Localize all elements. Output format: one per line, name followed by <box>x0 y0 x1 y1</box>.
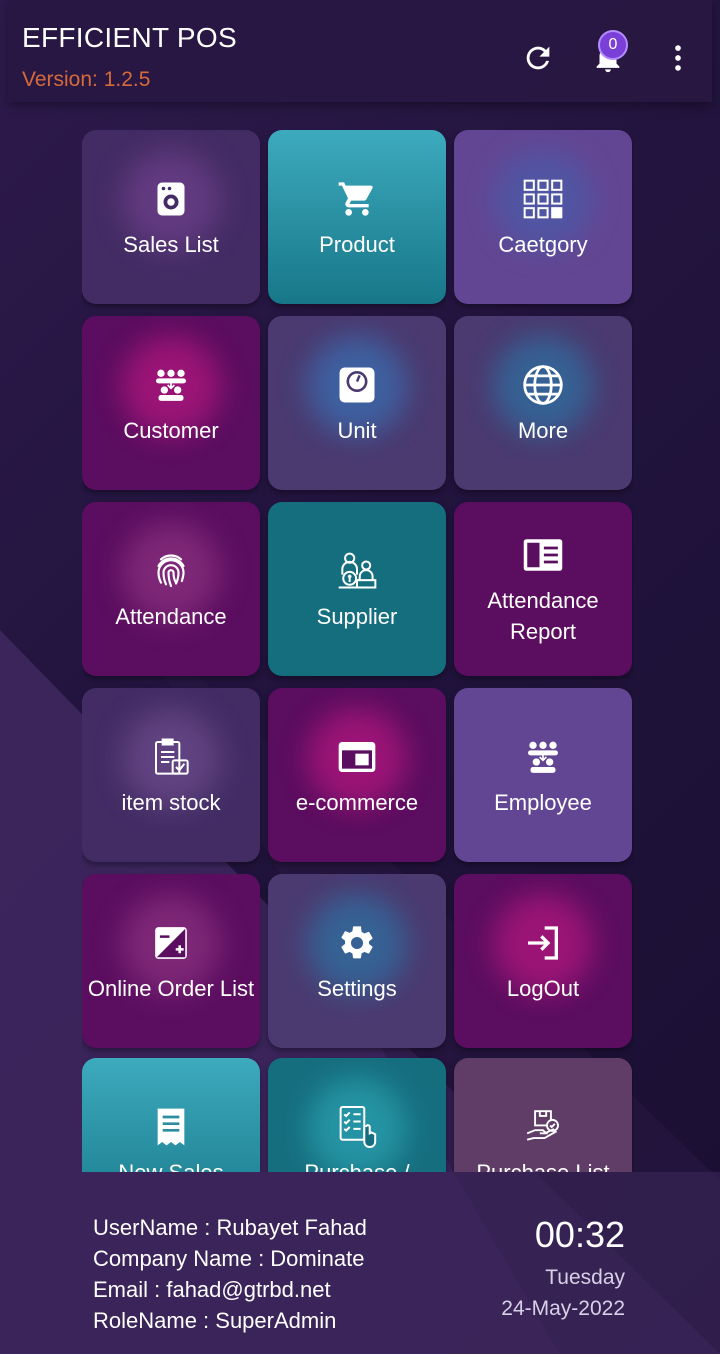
tile-label: Settings <box>317 975 397 1001</box>
tile-label: Online Order List <box>87 975 255 1001</box>
gear-icon <box>333 919 381 967</box>
tile-label: Attendance Report <box>487 588 599 644</box>
bill-icon <box>147 1103 195 1151</box>
tile-label: Unit <box>337 417 377 443</box>
app-title: EFFICIENT POS <box>22 22 237 53</box>
username-text: UserName : Rubayet Fahad <box>93 1215 367 1240</box>
tile-label: Caetgory <box>498 231 588 257</box>
clock-day: Tuesday <box>545 1266 625 1289</box>
tile-logout[interactable]: LogOut <box>454 874 632 1048</box>
clipboard-icon <box>147 733 195 781</box>
clock-date: 24-May-2022 <box>501 1297 625 1320</box>
tile-label: Purchase / <box>304 1159 410 1173</box>
report-icon <box>519 531 567 579</box>
clock-time: 00:32 <box>534 1214 625 1255</box>
tile-unit[interactable]: Unit <box>268 316 446 490</box>
more-vert-icon[interactable] <box>658 38 698 78</box>
tile-label: Supplier <box>316 603 398 629</box>
tile-online-order-list[interactable]: Online Order List <box>82 874 260 1048</box>
tile-supplier[interactable]: Supplier <box>268 502 446 676</box>
tile-label: e-commerce <box>295 789 419 815</box>
email-text: Email : fahad@gtrbd.net <box>93 1277 331 1302</box>
tile-e-commerce[interactable]: e-commerce <box>268 688 446 862</box>
tile-label: Employee <box>494 789 592 815</box>
tile-label: LogOut <box>506 975 580 1001</box>
tile-label: Sales List <box>123 231 219 257</box>
user-info: UserName : Rubayet Fahad Company Name : … <box>93 1212 367 1336</box>
role-text: RoleName : SuperAdmin <box>93 1308 337 1333</box>
receipt-icon <box>147 175 195 223</box>
tile-settings[interactable]: Settings <box>268 874 446 1048</box>
tile-customer[interactable]: Customer <box>82 316 260 490</box>
menu-grid: Sales List Product Caetgory Customer Uni… <box>82 130 634 1172</box>
tile-label: Product <box>319 231 395 257</box>
tile-label: Customer <box>123 417 219 443</box>
tile-product[interactable]: Product <box>268 130 446 304</box>
supplier-icon <box>333 547 381 595</box>
tile-sales-list[interactable]: Sales List <box>82 130 260 304</box>
tile-label: New Sales <box>118 1159 224 1173</box>
grid-icon <box>519 175 567 223</box>
tile-purchase-list[interactable]: Purchase List <box>454 1058 632 1172</box>
tile-attendance[interactable]: Attendance <box>82 502 260 676</box>
delivery-icon <box>519 1103 567 1151</box>
group-icon <box>147 361 195 409</box>
tile-purchase[interactable]: Purchase / <box>268 1058 446 1172</box>
company-text: Company Name : Dominate <box>93 1246 365 1271</box>
refresh-icon[interactable] <box>518 38 558 78</box>
tile-category[interactable]: Caetgory <box>454 130 632 304</box>
globe-icon <box>519 361 567 409</box>
tile-new-sales[interactable]: New Sales <box>82 1058 260 1172</box>
login-icon <box>519 919 567 967</box>
tile-attendance-report[interactable]: Attendance Report <box>454 502 632 676</box>
browser-icon <box>333 733 381 781</box>
tile-label: Purchase List <box>476 1159 610 1173</box>
tile-label: More <box>517 417 569 443</box>
scale-icon <box>333 361 381 409</box>
group-icon <box>519 733 567 781</box>
fingerprint-icon <box>147 547 195 595</box>
tile-item-stock[interactable]: item stock <box>82 688 260 862</box>
tile-label: Attendance <box>115 603 227 629</box>
tile-label: item stock <box>121 789 221 815</box>
tile-more[interactable]: More <box>454 316 632 490</box>
cart-icon <box>333 175 381 223</box>
edit-box-icon <box>147 919 195 967</box>
notification-badge[interactable]: 0 <box>598 30 628 60</box>
checklist-icon <box>333 1103 381 1151</box>
app-version: Version: 1.2.5 <box>22 68 151 91</box>
tile-employee[interactable]: Employee <box>454 688 632 862</box>
